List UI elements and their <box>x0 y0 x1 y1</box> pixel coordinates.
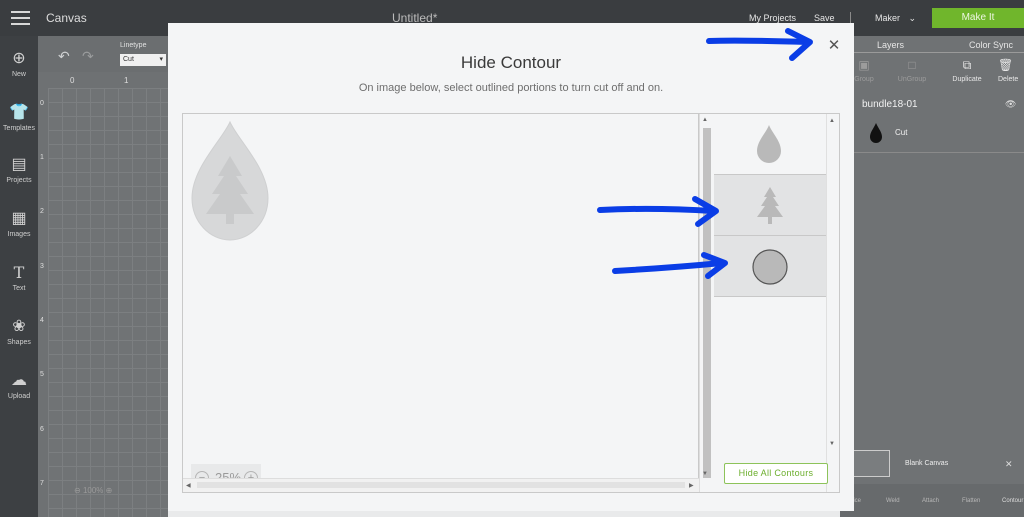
arrow-to-tree-contour <box>597 196 719 227</box>
arrow-to-close-icon <box>706 28 813 61</box>
arrow-to-circle-contour <box>612 252 728 279</box>
annotation-arrows <box>597 28 813 279</box>
